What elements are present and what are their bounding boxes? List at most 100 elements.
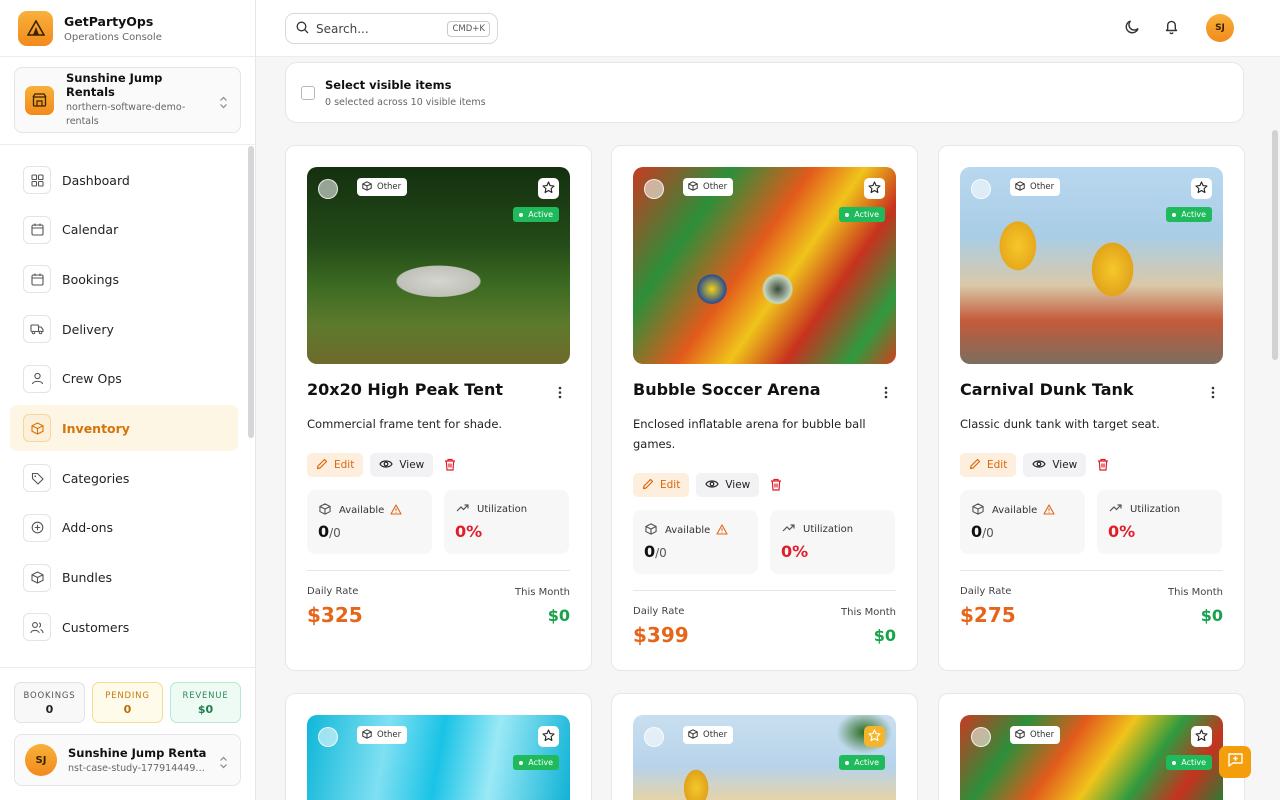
- account-name: Sunshine Jump Rentals: [68, 746, 206, 760]
- utilization-value: 0%: [1108, 522, 1136, 541]
- sidebar-item-label: Customers: [62, 619, 130, 635]
- inventory-card[interactable]: Other Active: [938, 693, 1245, 800]
- category-badge: Other: [683, 178, 734, 196]
- status-badge: Active: [1166, 207, 1212, 222]
- sidebar-item-bookings[interactable]: Bookings: [10, 256, 238, 302]
- category-label: Other: [377, 182, 402, 192]
- org-switcher[interactable]: Sunshine Jump Rentals northern-software-…: [14, 67, 241, 133]
- item-image[interactable]: Other Active: [960, 167, 1223, 364]
- delete-button[interactable]: [444, 456, 456, 475]
- item-image[interactable]: Other Active: [307, 715, 570, 800]
- sidebar-item-dashboard[interactable]: Dashboard: [10, 157, 238, 203]
- more-options-icon[interactable]: [558, 384, 562, 403]
- sidebar-item-customers[interactable]: Customers: [10, 604, 238, 650]
- view-button[interactable]: View: [370, 453, 434, 477]
- inventory-card[interactable]: Other Active Carnival Dunk Tank Classic …: [938, 145, 1245, 671]
- favorite-button[interactable]: [864, 726, 885, 747]
- brand-subtitle: Operations Console: [64, 31, 162, 43]
- item-image[interactable]: Other Active: [633, 167, 896, 364]
- favorite-button[interactable]: [538, 178, 559, 199]
- edit-label: Edit: [987, 459, 1008, 471]
- favorite-button[interactable]: [538, 726, 559, 747]
- item-checkbox[interactable]: [971, 727, 991, 747]
- item-checkbox[interactable]: [644, 179, 664, 199]
- item-description: Classic dunk tank with target seat.: [960, 417, 1160, 431]
- sidebar-item-add-ons[interactable]: Add-ons: [10, 505, 238, 551]
- feedback-button[interactable]: [1219, 746, 1251, 778]
- search-input[interactable]: Search... CMD+K: [285, 13, 498, 44]
- sidebar-item-calendar[interactable]: Calendar: [10, 207, 238, 253]
- delete-button[interactable]: [770, 476, 782, 495]
- item-checkbox[interactable]: [318, 179, 338, 199]
- sidebar-nav: Dashboard Calendar Bookings Delivery Cre…: [10, 157, 238, 654]
- top-bar: Search... CMD+K SJ: [256, 0, 1280, 57]
- item-checkbox[interactable]: [971, 179, 991, 199]
- item-image[interactable]: Other Active: [633, 715, 896, 800]
- favorite-button[interactable]: [864, 178, 885, 199]
- eye-icon: [705, 479, 720, 492]
- available-metric: Available 0/0: [633, 510, 758, 574]
- account-slug: nst-case-study-1779144491...: [68, 763, 206, 774]
- more-options-icon[interactable]: [1211, 384, 1215, 403]
- daily-rate-value: $325: [307, 603, 363, 627]
- view-button[interactable]: View: [1023, 453, 1087, 477]
- delete-button[interactable]: [1097, 456, 1109, 475]
- account-switcher[interactable]: SJ Sunshine Jump Rentals nst-case-study-…: [14, 734, 241, 786]
- box-icon: [645, 523, 657, 538]
- bell-icon[interactable]: [1163, 18, 1180, 39]
- edit-button[interactable]: Edit: [633, 473, 690, 497]
- favorite-button[interactable]: [1191, 726, 1212, 747]
- star-icon: [868, 179, 881, 198]
- category-badge: Other: [683, 726, 734, 744]
- inventory-card[interactable]: Other Active: [285, 693, 592, 800]
- this-month-label: This Month: [841, 607, 896, 618]
- sidebar-item-label: Bookings: [62, 271, 119, 287]
- inventory-card[interactable]: Other Active: [611, 693, 918, 800]
- this-month-label: This Month: [1168, 587, 1223, 598]
- select-all-checkbox[interactable]: [301, 85, 315, 100]
- inventory-card[interactable]: Other Active 20x20 High Peak Tent Commer…: [285, 145, 592, 671]
- category-label: Other: [703, 182, 728, 192]
- sidebar-item-inventory[interactable]: Inventory: [10, 405, 238, 452]
- calendar-check-icon: [23, 265, 51, 294]
- stat-revenue[interactable]: REVENUE $0: [170, 682, 241, 723]
- item-image[interactable]: Other Active: [960, 715, 1223, 800]
- favorite-button[interactable]: [1191, 178, 1212, 199]
- available-count: 0: [644, 542, 656, 561]
- warning-icon: [390, 503, 402, 518]
- sidebar-scrollbar[interactable]: [248, 146, 254, 438]
- store-icon: [25, 85, 54, 115]
- more-options-icon[interactable]: [884, 384, 888, 403]
- star-icon: [868, 727, 881, 746]
- sidebar-item-categories[interactable]: Categories: [10, 455, 238, 501]
- total-count: /0: [655, 546, 667, 560]
- stat-pending[interactable]: PENDING 0: [92, 682, 163, 723]
- item-checkbox[interactable]: [644, 727, 664, 747]
- item-checkbox[interactable]: [318, 727, 338, 747]
- sidebar-item-label: Inventory: [62, 420, 130, 436]
- trash-icon: [770, 476, 782, 495]
- available-label: Available: [992, 505, 1038, 516]
- sidebar-item-bundles[interactable]: Bundles: [10, 555, 238, 601]
- status-dot: [519, 212, 524, 217]
- sidebar-item-crew-ops[interactable]: Crew Ops: [10, 356, 238, 402]
- box-icon: [1015, 728, 1025, 742]
- status-label: Active: [854, 210, 879, 219]
- brand-header[interactable]: GetPartyOps Operations Console: [0, 0, 255, 57]
- user-avatar-button[interactable]: SJ: [1206, 14, 1234, 42]
- status-label: Active: [528, 758, 553, 767]
- item-image[interactable]: Other Active: [307, 167, 570, 364]
- moon-icon[interactable]: [1124, 18, 1141, 39]
- inventory-card[interactable]: Other Active Bubble Soccer Arena Enclose…: [611, 145, 918, 671]
- status-badge: Active: [839, 755, 885, 770]
- edit-button[interactable]: Edit: [307, 453, 364, 477]
- sidebar-item-label: Add-ons: [62, 520, 114, 536]
- stat-bookings[interactable]: BOOKINGS 0: [14, 682, 85, 723]
- user-icon: [23, 364, 51, 393]
- stat-label: REVENUE: [182, 691, 229, 701]
- sidebar-item-delivery[interactable]: Delivery: [10, 306, 238, 352]
- main-scrollbar[interactable]: [1272, 130, 1278, 360]
- edit-button[interactable]: Edit: [960, 453, 1017, 477]
- stats-summary: BOOKINGS 0 PENDING 0 REVENUE $0: [14, 682, 241, 723]
- view-button[interactable]: View: [696, 473, 760, 497]
